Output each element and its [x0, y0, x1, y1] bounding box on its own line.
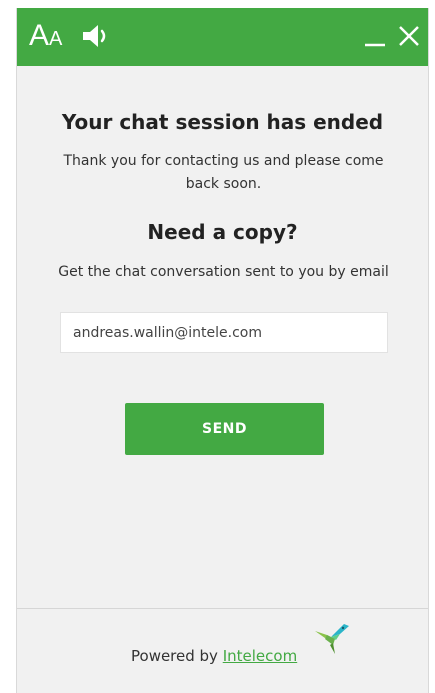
- session-ended-message: Thank you for contacting us and please c…: [63, 153, 384, 192]
- email-field[interactable]: [60, 312, 388, 353]
- speaker-icon[interactable]: [81, 23, 111, 49]
- chat-header: AA: [17, 8, 428, 66]
- hummingbird-logo-icon: [315, 624, 349, 654]
- chat-footer: Powered by Intelecom: [17, 609, 428, 693]
- powered-by-prefix: Powered by: [131, 647, 223, 665]
- copy-description: Get the chat conversation sent to you by…: [58, 264, 389, 280]
- copy-title: Need a copy?: [147, 220, 298, 244]
- send-button[interactable]: SEND: [125, 403, 324, 455]
- session-ended-title: Your chat session has ended: [61, 110, 384, 134]
- font-size-toggle[interactable]: AA: [29, 19, 62, 53]
- chat-window: AA Your chat session has ended Thank you…: [16, 8, 429, 693]
- intelecom-link[interactable]: Intelecom: [223, 647, 297, 665]
- font-size-small-glyph: A: [49, 28, 63, 50]
- minimize-icon[interactable]: [363, 24, 387, 48]
- font-size-large-glyph: A: [29, 19, 50, 52]
- close-icon[interactable]: [397, 24, 421, 48]
- powered-by-text: Powered by Intelecom: [131, 647, 297, 665]
